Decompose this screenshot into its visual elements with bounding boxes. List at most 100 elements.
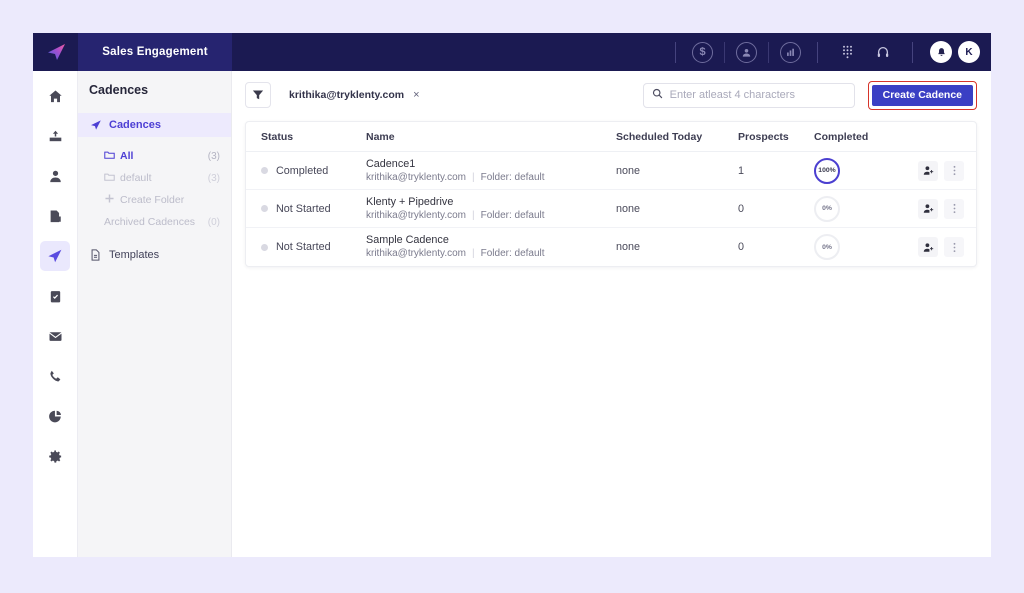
cadence-meta: krithika@tryklenty.com | Folder: default xyxy=(366,209,616,222)
meta-separator: | xyxy=(472,209,475,221)
row-name: Sample Cadence krithika@tryklenty.com | … xyxy=(366,234,616,260)
analytics-circle-icon[interactable] xyxy=(780,41,801,63)
sidebar-folder-default-label: default xyxy=(120,172,152,184)
meta-separator: | xyxy=(472,248,475,259)
document-icon xyxy=(89,249,102,261)
cadence-folder: Folder: default xyxy=(480,209,545,221)
filter-chip-label: krithika@tryklenty.com xyxy=(289,89,405,101)
divider xyxy=(724,41,725,63)
sidebar-archived-count: (0) xyxy=(207,216,220,228)
rail-item-cadences[interactable] xyxy=(40,241,70,271)
cadence-folder: Folder: default xyxy=(480,248,545,259)
rail-item-mail[interactable] xyxy=(40,321,70,351)
row-actions xyxy=(898,198,974,219)
sidebar-folder-default-count: (3) xyxy=(207,172,220,184)
row-status: Completed xyxy=(248,165,366,177)
table-row[interactable]: Not Started Klenty + Pipedrive krithika@… xyxy=(246,190,976,228)
sidebar-folder-all-count: (3) xyxy=(207,150,220,162)
cadence-name[interactable]: Cadence1 xyxy=(366,158,616,171)
row-name: Klenty + Pipedrive krithika@tryklenty.co… xyxy=(366,196,616,222)
rail-item-settings[interactable] xyxy=(40,441,70,471)
user-circle-icon[interactable] xyxy=(736,41,757,63)
folder-icon xyxy=(104,172,115,185)
create-cadence-button[interactable]: Create Cadence xyxy=(871,84,973,106)
cadence-meta: krithika@tryklenty.com | Folder: default xyxy=(366,171,616,184)
row-scheduled-today: none xyxy=(616,241,641,253)
row-menu-button[interactable] xyxy=(944,160,964,181)
status-dot-icon xyxy=(261,243,268,251)
sidebar-archived-label: Archived Cadences xyxy=(104,216,196,228)
divider xyxy=(768,41,769,63)
completion-ring: 0% xyxy=(814,234,840,260)
sidebar-archived-cadences[interactable]: Archived Cadences (0) xyxy=(78,211,231,233)
app-window: Sales Engagement $ K Cadences Cadences A… xyxy=(33,33,991,557)
notifications-bell-button[interactable] xyxy=(930,41,952,63)
cadence-name[interactable]: Klenty + Pipedrive xyxy=(366,196,616,209)
divider xyxy=(675,41,676,63)
brand-title-block: Sales Engagement xyxy=(78,33,232,71)
topbar-actions: $ K xyxy=(664,33,991,71)
avatar-initial: K xyxy=(965,46,973,58)
dollar-circle-icon[interactable]: $ xyxy=(692,41,713,63)
column-header-status: Status xyxy=(261,130,294,143)
rail-item-tasks[interactable] xyxy=(40,281,70,311)
filter-funnel-icon[interactable] xyxy=(245,82,271,108)
headset-support-icon[interactable] xyxy=(872,41,894,63)
toolbar: krithika@tryklenty.com × Enter atleast 4… xyxy=(245,80,977,110)
status-dot-icon xyxy=(261,167,268,174)
paper-plane-logo-icon xyxy=(47,44,65,60)
sidebar-item-templates-label: Templates xyxy=(109,249,160,261)
close-icon[interactable]: × xyxy=(413,89,419,101)
main-content: krithika@tryklenty.com × Enter atleast 4… xyxy=(232,71,991,557)
body: Cadences Cadences All (3) default (3) Cr… xyxy=(33,71,991,557)
icon-rail xyxy=(33,71,78,557)
cadence-owner: krithika@tryklenty.com xyxy=(366,209,466,221)
row-completed: 0% xyxy=(814,234,898,260)
sidebar-item-cadences[interactable]: Cadences xyxy=(78,113,231,137)
completion-ring: 0% xyxy=(814,195,840,222)
search-box[interactable]: Enter atleast 4 characters xyxy=(642,82,855,108)
app-logo[interactable] xyxy=(33,33,78,71)
sidebar-folder-default[interactable]: default (3) xyxy=(78,167,231,189)
row-actions xyxy=(898,160,974,181)
divider xyxy=(912,41,913,63)
rail-item-calls[interactable] xyxy=(40,361,70,391)
row-name: Cadence1 krithika@tryklenty.com | Folder… xyxy=(366,158,616,184)
search-icon xyxy=(652,86,663,104)
row-menu-button[interactable] xyxy=(944,198,964,219)
table-row[interactable]: Not Started Sample Cadence krithika@tryk… xyxy=(246,228,976,266)
avatar[interactable]: K xyxy=(958,41,980,63)
table-row[interactable]: Completed Cadence1 krithika@tryklenty.co… xyxy=(246,152,976,190)
rail-item-home[interactable] xyxy=(40,81,70,111)
sidebar-title: Cadences xyxy=(89,83,149,97)
sidebar-item-cadences-label: Cadences xyxy=(109,119,161,131)
dialpad-icon[interactable] xyxy=(836,41,858,63)
rail-item-analytics[interactable] xyxy=(40,401,70,431)
cadence-owner: krithika@tryklenty.com xyxy=(366,171,466,183)
rail-item-prospects[interactable] xyxy=(40,161,70,191)
search-input[interactable]: Enter atleast 4 characters xyxy=(670,89,795,101)
status-label: Not Started xyxy=(276,202,331,215)
send-icon xyxy=(89,119,102,131)
sidebar-create-folder[interactable]: Create Folder xyxy=(78,189,231,211)
filter-chip[interactable]: krithika@tryklenty.com × xyxy=(280,84,429,106)
sidebar-folder-all-label: All xyxy=(120,150,134,162)
row-completed: 100% xyxy=(814,157,898,184)
sidebar-item-templates[interactable]: Templates xyxy=(78,243,231,267)
row-menu-button[interactable] xyxy=(944,237,964,257)
create-cadence-highlight: Create Cadence xyxy=(867,80,977,110)
cadence-name[interactable]: Sample Cadence xyxy=(366,234,616,247)
row-status: Not Started xyxy=(248,203,366,215)
column-header-name: Name xyxy=(366,130,395,143)
add-prospect-button[interactable] xyxy=(918,237,938,257)
rail-item-reports[interactable] xyxy=(40,201,70,231)
add-prospect-button[interactable] xyxy=(918,198,938,219)
sidebar-folder-all[interactable]: All (3) xyxy=(78,145,231,167)
rail-item-inbox[interactable] xyxy=(40,121,70,151)
folder-icon xyxy=(104,150,115,163)
add-prospect-button[interactable] xyxy=(918,160,938,181)
status-dot-icon xyxy=(261,205,268,212)
brand-title: Sales Engagement xyxy=(102,46,208,58)
column-header-scheduled-today: Scheduled Today xyxy=(616,130,703,143)
